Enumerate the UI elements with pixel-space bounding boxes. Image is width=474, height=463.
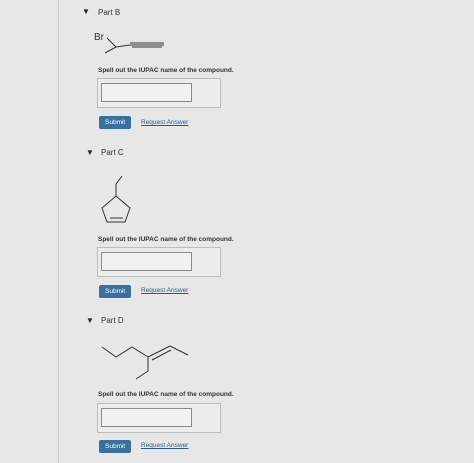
part-d-structure (101, 345, 189, 380)
part-c-answer-frame (97, 247, 221, 277)
bond-methyl (104, 46, 117, 54)
part-d-title: Part D (101, 316, 124, 325)
part-c-title: Part C (101, 148, 124, 157)
methyl-bond (115, 175, 123, 185)
part-c-request-answer-link[interactable]: Request Answer (141, 286, 188, 296)
part-b-toggle-icon[interactable]: ▼ (82, 8, 90, 16)
alkene-second-bond (151, 349, 172, 361)
bond-c-alkyne (115, 44, 131, 48)
bromine-label: Br (94, 32, 105, 43)
part-d-prompt: Spell out the IUPAC name of the compound… (98, 391, 234, 398)
part-b-structure: Br (94, 32, 164, 54)
part-c-structure (101, 175, 131, 223)
part-d-submit-button[interactable]: Submit (99, 440, 132, 453)
part-c-toggle-icon[interactable]: ▼ (86, 149, 94, 157)
part-d-answer-frame (97, 403, 221, 433)
part-b-prompt: Spell out the IUPAC name of the compound… (98, 67, 234, 74)
bond-br-c (106, 37, 117, 48)
part-b-answer-frame (97, 78, 221, 108)
part-d-request-answer-link[interactable]: Request Answer (141, 441, 188, 451)
part-d-toggle-icon[interactable]: ▼ (86, 317, 94, 325)
part-c-prompt: Spell out the IUPAC name of the compound… (98, 236, 234, 243)
branch-bond-2 (135, 370, 149, 380)
part-c-answer-input[interactable] (101, 252, 192, 271)
left-divider (58, 0, 59, 463)
terminal-bond (169, 345, 189, 356)
alkene-bond (147, 345, 171, 358)
part-b-submit-button[interactable]: Submit (99, 116, 132, 129)
part-b-title: Part B (98, 8, 121, 17)
main-chain (101, 346, 149, 358)
part-c-submit-button[interactable]: Submit (99, 285, 132, 298)
part-b-answer-input[interactable] (101, 83, 192, 102)
part-d-answer-input[interactable] (101, 408, 192, 427)
part-b-request-answer-link[interactable]: Request Answer (141, 118, 188, 128)
